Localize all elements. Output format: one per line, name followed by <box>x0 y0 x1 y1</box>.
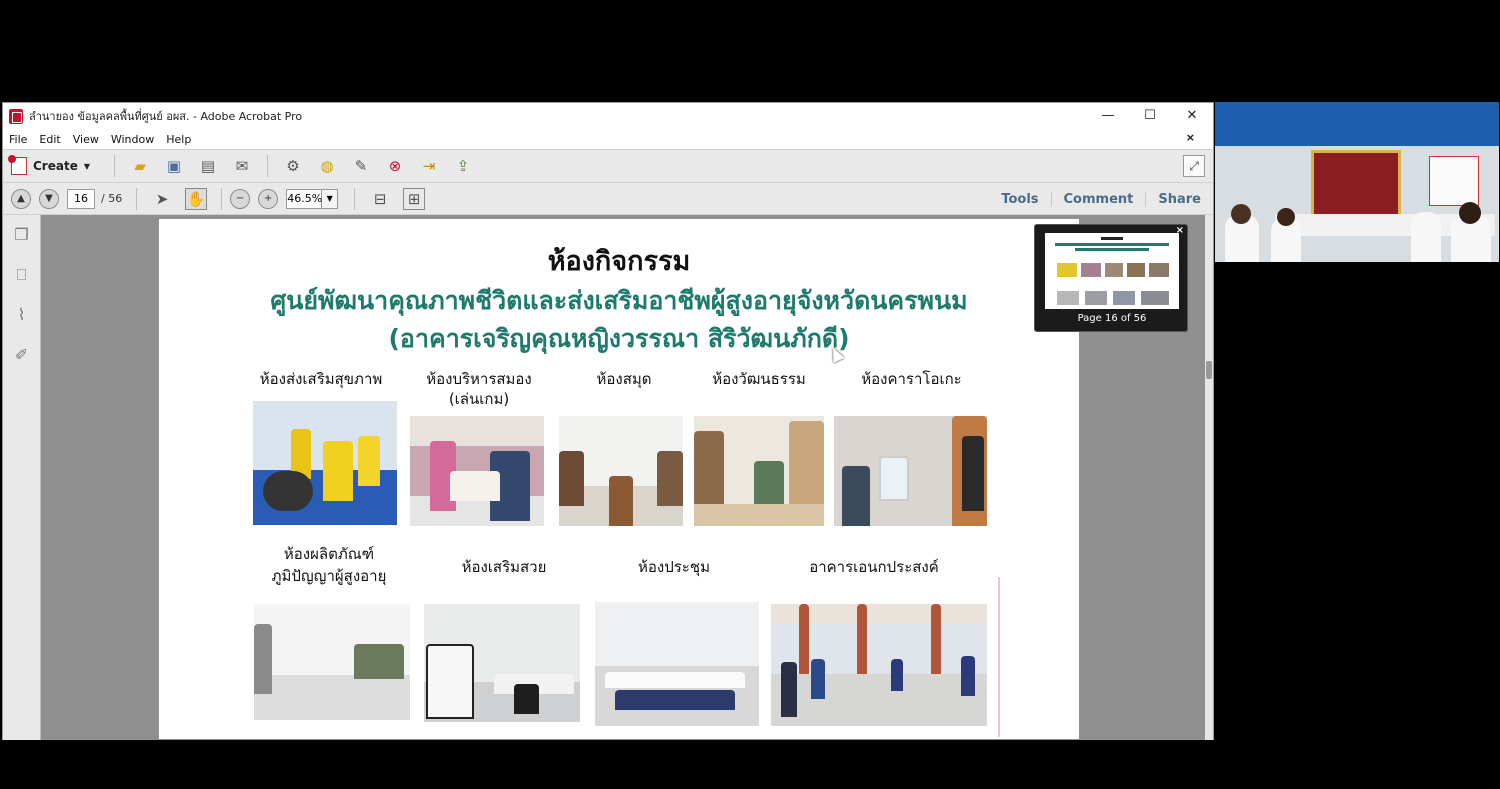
acrobat-window: ลำนายอง ข้อมูลคลพื้นที่ศูนย์ อผส. - Adob… <box>2 102 1214 740</box>
zoom-input[interactable]: 46.5% <box>286 188 323 209</box>
video-feed <box>1215 102 1499 262</box>
room-label-brain-game: (เล่นเกม) <box>448 390 510 408</box>
slide-subtitle: ศูนย์พัฒนาคุณภาพชีวิตและส่งเสริมอาชีพผู้… <box>270 286 968 315</box>
menu-bar: File Edit View Window Help × <box>3 129 1213 149</box>
navigation-pane: ❐ ⎕ ⌇ ✐ <box>3 215 41 740</box>
slide-title: ห้องกิจกรรม <box>547 246 691 277</box>
photo-brain-room <box>410 416 544 526</box>
window-title: ลำนายอง ข้อมูลคลพื้นที่ศูนย์ อผส. - Adob… <box>29 110 303 123</box>
document-close-icon[interactable]: × <box>1186 131 1195 144</box>
gear-icon[interactable]: ⚙ <box>282 155 304 177</box>
room-label-products-wisdom: ภูมิปัญญาผู้สูงอายุ <box>271 567 387 585</box>
navigation-toolbar: ▲ ▼ 16 / 56 ➤ ✋ − + 46.5% ▼ ⊟ ⊞ Tools Co… <box>3 183 1213 215</box>
room-label-library: ห้องสมุด <box>596 370 652 388</box>
photo-karaoke-room <box>834 416 987 526</box>
title-bar: ลำนายอง ข้อมูลคลพื้นที่ศูนย์ อผส. - Adob… <box>3 103 1213 129</box>
room-label-multipurpose: อาคารเอนกประสงค์ <box>809 558 939 576</box>
decorative-line <box>998 577 1000 737</box>
attachments-icon[interactable]: ⌇ <box>12 305 32 327</box>
menu-window[interactable]: Window <box>111 133 154 146</box>
toolbar-divider <box>136 187 138 210</box>
page-number-input[interactable]: 16 <box>67 188 95 209</box>
photo-multipurpose-building <box>771 604 987 726</box>
zoom-dropdown-icon[interactable]: ▼ <box>322 188 339 209</box>
signatures-icon[interactable]: ✐ <box>12 345 32 367</box>
toolbar-divider <box>114 155 115 177</box>
minimize-button[interactable]: — <box>1087 103 1129 129</box>
screen: ลำนายอง ข้อมูลคลพื้นที่ศูนย์ อผส. - Adob… <box>0 0 1500 789</box>
next-page-icon[interactable]: ▼ <box>39 188 59 209</box>
vertical-scrollbar[interactable] <box>1205 215 1213 740</box>
expand-icon[interactable]: ⤢ <box>1183 155 1205 177</box>
page-thumbnails-icon[interactable]: ❐ <box>12 225 32 247</box>
photo-meeting-room <box>595 602 759 726</box>
create-icon <box>8 155 27 175</box>
room-label-meeting: ห้องประชุม <box>638 558 710 576</box>
room-label-beauty: ห้องเสริมสวย <box>461 558 547 576</box>
delete-page-icon[interactable]: ⊗ <box>384 155 406 177</box>
toolbar-divider <box>354 187 356 210</box>
hand-tool-icon[interactable]: ✋ <box>185 187 208 210</box>
upload-icon[interactable]: ⇪ <box>452 155 474 177</box>
email-icon[interactable]: ✉ <box>231 155 253 177</box>
export-icon[interactable]: ⇥ <box>418 155 440 177</box>
maximize-button[interactable]: ☐ <box>1129 103 1171 129</box>
create-label: Create <box>33 159 78 173</box>
document-area: ❐ ⎕ ⌇ ✐ ห้องกิจกรรม ศูนย์พัฒนาคุณภาพชีวิ… <box>3 215 1213 740</box>
fit-width-icon[interactable]: ⊞ <box>403 187 426 210</box>
close-button[interactable]: ✕ <box>1171 103 1213 129</box>
page-thumbnail-popup: × Page 16 of 56 <box>1034 224 1188 332</box>
chevron-down-icon: ▼ <box>83 161 90 171</box>
photo-beauty-room <box>424 604 580 722</box>
room-label-culture: ห้องวัฒนธรรม <box>712 370 806 388</box>
video-person-head <box>1277 208 1295 226</box>
page-thumbnail-image[interactable] <box>1045 233 1179 309</box>
thumbnail-caption: Page 16 of 56 <box>1077 313 1147 324</box>
photo-health-room <box>253 401 397 525</box>
photo-library <box>559 416 683 526</box>
video-ceiling <box>1215 102 1499 146</box>
menu-help[interactable]: Help <box>166 133 191 146</box>
room-label-products: ห้องผลิตภัณฑ์ <box>283 545 375 563</box>
room-label-health: ห้องส่งเสริมสุขภาพ <box>259 370 383 388</box>
zoom-in-icon[interactable]: + <box>258 188 279 209</box>
photo-products-room <box>254 604 410 720</box>
open-folder-icon[interactable]: ▰ <box>129 155 151 177</box>
video-person-head <box>1231 204 1251 224</box>
video-banner <box>1311 150 1401 222</box>
video-person-head <box>1459 202 1481 224</box>
select-cursor-icon[interactable]: ➤ <box>151 188 173 210</box>
menu-edit[interactable]: Edit <box>39 133 60 146</box>
bookmarks-icon[interactable]: ⎕ <box>12 265 32 287</box>
tab-share[interactable]: Share <box>1145 191 1213 207</box>
room-label-karaoke: ห้องคาราโอเกะ <box>861 370 962 388</box>
acrobat-icon <box>9 108 23 124</box>
fit-page-icon[interactable]: ⊟ <box>369 188 391 210</box>
menu-view[interactable]: View <box>73 133 99 146</box>
scrollbar-thumb[interactable] <box>1206 361 1212 379</box>
zoom-out-icon[interactable]: − <box>230 188 251 209</box>
page-total: / 56 <box>101 192 123 205</box>
tab-comment[interactable]: Comment <box>1050 191 1146 207</box>
comment-icon[interactable]: ◍ <box>316 155 338 177</box>
toolbar-divider <box>221 187 223 210</box>
video-poster <box>1429 156 1479 206</box>
create-button[interactable]: Create ▼ <box>8 155 90 175</box>
pdf-page: ห้องกิจกรรม ศูนย์พัฒนาคุณภาพชีวิตและส่งเ… <box>159 219 1079 739</box>
toolbar-divider <box>267 155 268 177</box>
video-person <box>1411 212 1441 262</box>
print-icon[interactable]: ▤ <box>197 155 219 177</box>
photo-culture-room <box>694 416 824 526</box>
slide-subtitle-building: (อาคารเจริญคุณหญิงวรรณา สิริวัฒนภักดี) <box>388 324 850 353</box>
menu-file[interactable]: File <box>9 133 27 146</box>
main-toolbar: Create ▼ ▰ ▣ ▤ ✉ ⚙ ◍ ✎ ⊗ ⇥ ⇪ ⤢ <box>3 149 1213 183</box>
save-icon[interactable]: ▣ <box>163 155 185 177</box>
tab-tools[interactable]: Tools <box>989 192 1050 207</box>
sign-icon[interactable]: ✎ <box>350 155 372 177</box>
room-label-brain: ห้องบริหารสมอง <box>426 370 532 388</box>
previous-page-icon[interactable]: ▲ <box>11 188 31 209</box>
